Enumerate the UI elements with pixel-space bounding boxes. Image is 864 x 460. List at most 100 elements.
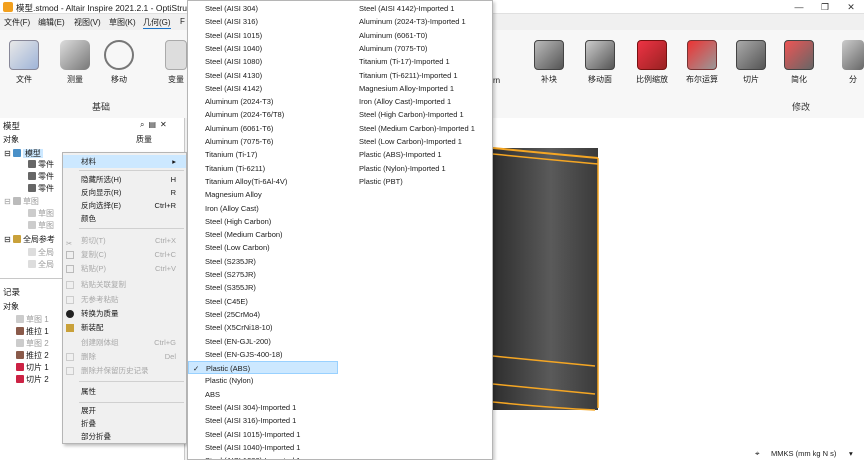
- history-item[interactable]: 草图 2: [16, 338, 49, 349]
- menu-item-paste-linked[interactable]: 粘贴关联复制: [63, 278, 186, 291]
- material-option[interactable]: Iron (Alloy Cast): [188, 202, 338, 215]
- close-button[interactable]: ✕: [838, 1, 864, 13]
- ribbon-boolean-button[interactable]: 布尔运算: [680, 40, 724, 85]
- tree-item-global[interactable]: 全局: [28, 247, 54, 258]
- menu-item-new-assembly[interactable]: 新装配: [63, 321, 186, 334]
- menu-item-paste-no-ref[interactable]: 无参考粘贴: [63, 293, 186, 306]
- material-option[interactable]: Steel (S275JR): [188, 268, 338, 281]
- material-option[interactable]: Steel (AISI 1015): [188, 29, 338, 42]
- material-option[interactable]: Steel (AISI 4142)-Imported 1: [342, 2, 492, 15]
- maximize-button[interactable]: ❐: [812, 1, 838, 13]
- menu-item-convert-mass[interactable]: 转换为质量: [63, 307, 186, 320]
- material-option[interactable]: Steel (X5CrNi18-10): [188, 321, 338, 334]
- material-option[interactable]: Magnesium Alloy: [188, 188, 338, 201]
- material-option[interactable]: Steel (AISI 4142): [188, 82, 338, 95]
- close-panel-icon[interactable]: ✕: [160, 120, 171, 129]
- menu-item-material[interactable]: 材料 ▸: [63, 155, 186, 168]
- tree-item-global-ref[interactable]: ⊟ 全局参考: [4, 234, 55, 245]
- material-option[interactable]: Steel (AISI 1015)-Imported 1: [188, 428, 338, 441]
- material-option[interactable]: Steel (EN-GJS-400-18): [188, 348, 338, 361]
- material-option[interactable]: ✓ Plastic (ABS): [188, 361, 338, 375]
- menu-item-partial-collapse[interactable]: 部分折叠: [63, 430, 186, 443]
- crosshair-icon[interactable]: ⌖: [755, 449, 760, 459]
- menu-item-collapse[interactable]: 折叠: [63, 417, 186, 430]
- history-item[interactable]: 推拉 1: [16, 326, 49, 337]
- tree-item-sketches[interactable]: ⊟ 草图: [4, 196, 39, 207]
- material-option[interactable]: Titanium (Ti-17)-Imported 1: [342, 55, 492, 68]
- menu-view[interactable]: 视图(V): [74, 17, 101, 28]
- menu-item-reverse-show[interactable]: 反向显示(R) R: [63, 186, 186, 199]
- ribbon-split-button[interactable]: 分: [842, 40, 864, 85]
- tree-item-sketch[interactable]: 草图: [28, 220, 54, 231]
- menu-item-copy[interactable]: 复制(C) Ctrl+C: [63, 248, 186, 261]
- material-option[interactable]: Steel (AISI 316)-Imported 1: [188, 414, 338, 427]
- ribbon-slice-button[interactable]: 切片: [734, 40, 768, 85]
- unit-system-label[interactable]: MMKS (mm kg N s): [771, 449, 836, 458]
- material-option[interactable]: Aluminum (2024-T6/T8): [188, 108, 338, 121]
- ribbon-move-face-button[interactable]: 移动面: [582, 40, 618, 85]
- menu-item-color[interactable]: 颜色: [63, 212, 186, 225]
- tree-item-part[interactable]: 零件: [28, 183, 54, 194]
- menu-item-hide[interactable]: 隐藏所选(H) H: [63, 173, 186, 186]
- material-option[interactable]: Aluminum (2024-T3)-Imported 1: [342, 15, 492, 28]
- ribbon-variables-button[interactable]: 变量: [164, 40, 188, 85]
- unit-dropdown-icon[interactable]: ▾: [849, 449, 853, 458]
- material-option[interactable]: Titanium (Ti-17): [188, 148, 338, 161]
- menu-item-properties[interactable]: 属性: [63, 385, 186, 398]
- filter-icon[interactable]: ▤: [148, 120, 160, 129]
- material-option[interactable]: Magnesium Alloy-Imported 1: [342, 82, 492, 95]
- material-option[interactable]: Steel (Medium Carbon): [188, 228, 338, 241]
- menu-item-delete[interactable]: 删除 Del: [63, 350, 186, 363]
- material-option[interactable]: Aluminum (7075-T6): [188, 135, 338, 148]
- material-option[interactable]: Steel (High Carbon): [188, 215, 338, 228]
- material-option[interactable]: Steel (EN-GJL-200): [188, 335, 338, 348]
- tree-item-part[interactable]: 零件: [28, 171, 54, 182]
- history-item[interactable]: 推拉 2: [16, 350, 49, 361]
- ribbon-partial-button[interactable]: rn: [493, 76, 513, 85]
- material-option[interactable]: Steel (High Carbon)-Imported 1: [342, 108, 492, 121]
- material-option[interactable]: Steel (AISI 304)-Imported 1: [188, 401, 338, 414]
- material-option[interactable]: Steel (AISI 316): [188, 15, 338, 28]
- tree-item-part[interactable]: 零件: [28, 159, 54, 170]
- ribbon-move-button[interactable]: 移动: [102, 40, 136, 85]
- cylinder-model[interactable]: [492, 118, 864, 450]
- tree-item-global[interactable]: 全局: [28, 259, 54, 270]
- material-option[interactable]: Iron (Alloy Cast)-Imported 1: [342, 95, 492, 108]
- viewport-3d[interactable]: [492, 118, 864, 450]
- menu-item-cut[interactable]: ✂ 剪切(T) Ctrl+X: [63, 234, 186, 248]
- ribbon-patch-button[interactable]: 补块: [530, 40, 568, 85]
- material-option[interactable]: Steel (AISI 304): [188, 2, 338, 15]
- menu-item-expand[interactable]: 展开: [63, 404, 186, 417]
- material-option[interactable]: Steel (Low Carbon): [188, 241, 338, 254]
- material-option[interactable]: Steel (AISI 4130): [188, 69, 338, 82]
- material-option[interactable]: Steel (AISI 1080): [188, 55, 338, 68]
- tree-item-sketch[interactable]: 草图: [28, 208, 54, 219]
- material-option[interactable]: Titanium (Ti-6211)-Imported 1: [342, 69, 492, 82]
- material-option[interactable]: Aluminum (2024-T3): [188, 95, 338, 108]
- menu-edit[interactable]: 编辑(E): [38, 17, 65, 28]
- material-option[interactable]: Steel (AISI 1040)-Imported 1: [188, 441, 338, 454]
- menu-more[interactable]: F: [180, 17, 185, 26]
- ribbon-measure-button[interactable]: 测量: [58, 40, 92, 85]
- material-option[interactable]: Steel (Medium Carbon)-Imported 1: [342, 122, 492, 135]
- material-option[interactable]: Plastic (PBT): [342, 175, 492, 188]
- menu-file[interactable]: 文件(F): [4, 17, 30, 28]
- material-option[interactable]: Steel (25CrMo4): [188, 308, 338, 321]
- material-option[interactable]: Steel (AISI 1040): [188, 42, 338, 55]
- material-option[interactable]: Steel (S235JR): [188, 255, 338, 268]
- minimize-button[interactable]: —: [786, 1, 812, 13]
- ribbon-file-button[interactable]: 文件: [6, 40, 42, 85]
- material-option[interactable]: Titanium (Ti-6211): [188, 162, 338, 175]
- ribbon-simplify-button[interactable]: 简化: [782, 40, 816, 85]
- menu-geometry[interactable]: 几何(G): [143, 17, 171, 29]
- history-item[interactable]: 草图 1: [16, 314, 49, 325]
- material-option[interactable]: Steel (Low Carbon)-Imported 1: [342, 135, 492, 148]
- history-item[interactable]: 切片 1: [16, 362, 49, 373]
- menu-sketch[interactable]: 草图(K): [109, 17, 136, 28]
- tree-item-model[interactable]: ⊟ 模型: [4, 148, 43, 159]
- material-option[interactable]: Aluminum (7075-T0): [342, 42, 492, 55]
- material-option[interactable]: Aluminum (6061-T0): [342, 29, 492, 42]
- history-item[interactable]: 切片 2: [16, 374, 49, 385]
- ribbon-scale-button[interactable]: 比例缩放: [632, 40, 672, 85]
- material-option[interactable]: Aluminum (6061-T6): [188, 122, 338, 135]
